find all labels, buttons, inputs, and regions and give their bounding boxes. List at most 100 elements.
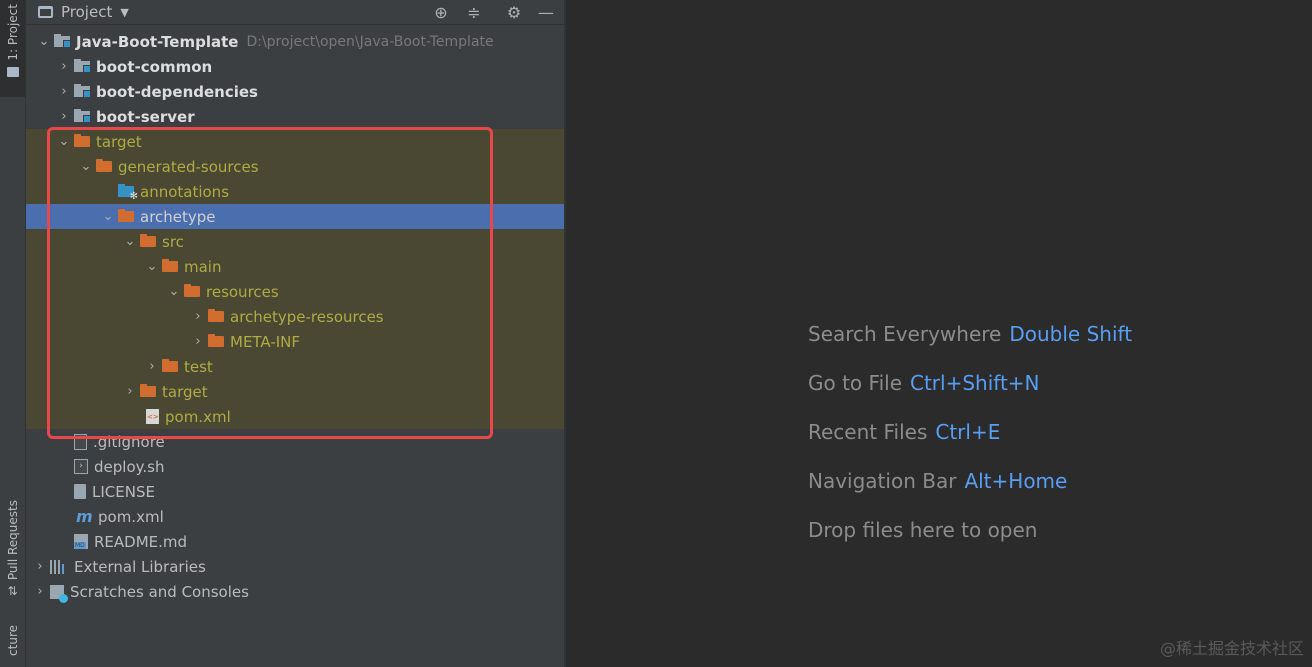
project-path: D:\project\open\Java-Boot-Template — [246, 33, 494, 50]
module-folder-icon — [74, 109, 91, 123]
tree-label: annotations — [140, 182, 230, 201]
project-tool-tab-label: 1: Project — [5, 4, 20, 61]
collapse-arrow-icon[interactable]: › — [56, 54, 72, 79]
tree-row-boot-dependencies[interactable]: › boot-dependencies — [26, 79, 594, 104]
panel-title: Project — [61, 3, 113, 21]
excluded-folder-icon — [118, 209, 134, 222]
tree-label: README.md — [94, 532, 188, 551]
tree-row-target[interactable]: ⌄ target — [26, 129, 594, 154]
tree-label: archetype — [140, 207, 216, 226]
expand-arrow-icon[interactable]: ⌄ — [56, 129, 72, 154]
scratches-icon — [50, 584, 68, 603]
tree-row-annotations[interactable]: annotations — [26, 179, 654, 204]
hint-shortcut: Ctrl+Shift+N — [910, 371, 1040, 395]
tree-row-gitignore[interactable]: .gitignore — [26, 429, 610, 454]
hint-recent-files: Recent Files Ctrl+E — [808, 420, 1000, 444]
hint-text: Search Everywhere — [808, 322, 1002, 346]
pull-requests-tool-tab[interactable]: Pull Requests ⇅ — [0, 500, 25, 610]
tree-label: pom.xml — [165, 407, 231, 426]
collapse-arrow-icon[interactable]: › — [32, 579, 48, 604]
pull-request-icon: ⇅ — [7, 584, 18, 599]
tool-window-strip: 1: Project Pull Requests ⇅ cture — [0, 0, 26, 667]
module-folder-icon — [54, 34, 71, 48]
expand-arrow-icon[interactable]: ⌄ — [122, 229, 138, 254]
tree-row-archetype[interactable]: ⌄ archetype — [26, 204, 638, 229]
collapse-all-icon[interactable]: ≑ — [464, 2, 484, 22]
hint-go-to-file: Go to File Ctrl+Shift+N — [808, 371, 1040, 395]
expand-arrow-icon[interactable]: ⌄ — [144, 254, 160, 279]
pull-requests-tab-label: Pull Requests — [5, 500, 20, 581]
expand-arrow-icon[interactable]: ⌄ — [78, 154, 94, 179]
excluded-folder-icon — [162, 359, 178, 372]
tree-row-external-libraries[interactable]: › External Libraries — [26, 554, 570, 579]
watermark: @稀土掘金技术社区 — [1159, 639, 1304, 658]
tree-label: deploy.sh — [94, 457, 165, 476]
excluded-folder-icon — [208, 309, 224, 322]
tree-row-readme[interactable]: README.md — [26, 529, 610, 554]
tree-row-deploy-sh[interactable]: › deploy.sh — [26, 454, 610, 479]
tree-label: boot-common — [96, 57, 213, 76]
tree-label: External Libraries — [74, 557, 206, 576]
excluded-folder-icon — [184, 284, 200, 297]
tree-row-boot-common[interactable]: › boot-common — [26, 54, 594, 79]
collapse-arrow-icon[interactable]: › — [122, 379, 138, 404]
excluded-folder-icon — [96, 159, 112, 172]
tree-label: Java-Boot-Template — [76, 32, 239, 51]
tree-row-boot-server[interactable]: › boot-server — [26, 104, 594, 129]
tree-label: archetype-resources — [230, 307, 384, 326]
expand-arrow-icon[interactable]: ⌄ — [36, 29, 52, 54]
tree-label: boot-dependencies — [96, 82, 258, 101]
gear-icon[interactable]: ⚙ — [504, 2, 524, 22]
hint-shortcut: Ctrl+E — [935, 420, 1001, 444]
tree-label: Scratches and Consoles — [70, 582, 249, 601]
structure-tab-label: cture — [5, 625, 20, 656]
tree-label: target — [162, 382, 208, 401]
locate-file-icon[interactable]: ⊕ — [431, 2, 451, 22]
tree-label: target — [96, 132, 142, 151]
tree-label: boot-server — [96, 107, 195, 126]
tree-row-pom[interactable]: m pom.xml — [26, 504, 612, 529]
tree-label: generated-sources — [118, 157, 259, 176]
tree-label: resources — [206, 282, 279, 301]
library-icon — [50, 559, 68, 574]
collapse-arrow-icon[interactable]: › — [32, 554, 48, 579]
xml-file-icon — [146, 409, 159, 424]
text-file-icon — [74, 484, 86, 499]
excluded-folder-icon — [74, 134, 90, 147]
collapse-arrow-icon[interactable]: › — [190, 304, 206, 329]
tree-label: LICENSE — [92, 482, 155, 501]
hint-text: Recent Files — [808, 420, 928, 444]
expand-arrow-icon[interactable]: ⌄ — [100, 204, 116, 229]
chevron-down-icon: ▼ — [120, 5, 129, 19]
collapse-arrow-icon[interactable]: › — [56, 79, 72, 104]
tree-label: src — [162, 232, 184, 251]
tree-row-license[interactable]: LICENSE — [26, 479, 610, 504]
tree-row-generated-sources[interactable]: ⌄ generated-sources — [26, 154, 616, 179]
project-view-selector[interactable]: Project ▼ — [38, 3, 129, 21]
tree-label: test — [184, 357, 213, 376]
minimize-icon[interactable]: — — [536, 2, 556, 22]
tree-row-root[interactable]: ⌄ Java-Boot-Template D:\project\open\Jav… — [26, 29, 574, 54]
hint-text: Go to File — [808, 371, 902, 395]
hint-text: Navigation Bar — [808, 469, 957, 493]
structure-tool-tab[interactable]: cture — [0, 625, 25, 667]
markdown-file-icon — [74, 534, 88, 549]
tree-label: META-INF — [230, 332, 301, 351]
maven-icon: m — [76, 506, 93, 526]
module-folder-icon — [74, 84, 91, 98]
tree-row-scratches[interactable]: › Scratches and Consoles — [26, 579, 570, 604]
excluded-folder-icon — [140, 384, 156, 397]
project-panel-header: Project ▼ ⊕ ≑ ⚙ — — [26, 0, 564, 25]
expand-arrow-icon[interactable]: ⌄ — [166, 279, 182, 304]
project-tool-tab[interactable]: 1: Project — [0, 0, 25, 97]
text-file-icon — [74, 433, 87, 450]
excluded-folder-icon — [140, 234, 156, 247]
collapse-arrow-icon[interactable]: › — [190, 329, 206, 354]
excluded-folder-icon — [208, 334, 224, 347]
editor-empty-area[interactable]: Search Everywhere Double Shift Go to File… — [566, 0, 1312, 667]
hint-search-everywhere: Search Everywhere Double Shift — [808, 322, 1132, 346]
module-folder-icon — [74, 59, 91, 73]
shell-script-icon: › — [74, 459, 88, 474]
collapse-arrow-icon[interactable]: › — [144, 354, 160, 379]
collapse-arrow-icon[interactable]: › — [56, 104, 72, 129]
